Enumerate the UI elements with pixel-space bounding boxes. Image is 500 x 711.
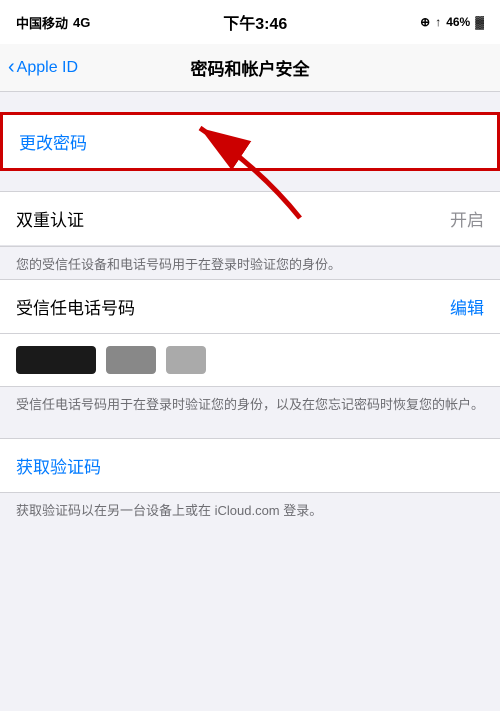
status-bar: 中国移动 4G 下午3:46 ⊕ ↑ 46% ▓ <box>0 0 500 44</box>
two-factor-status: 开启 <box>450 206 484 231</box>
page-title: 密码和帐户安全 <box>191 55 310 80</box>
status-time: 下午3:46 <box>223 10 287 34</box>
two-factor-header: 双重认证 开启 <box>0 191 500 247</box>
back-label[interactable]: Apple ID <box>17 59 78 77</box>
battery-level: 46% <box>446 15 470 29</box>
phone-blur-2 <box>106 346 156 374</box>
two-factor-title-row: 双重认证 开启 <box>0 192 500 246</box>
status-right: ⊕ ↑ 46% ▓ <box>420 15 484 29</box>
two-factor-title: 双重认证 <box>16 206 84 231</box>
carrier-label: 中国移动 <box>16 13 68 32</box>
status-left: 中国移动 4G <box>16 13 90 32</box>
change-password-label[interactable]: 更改密码 <box>19 129 87 154</box>
network-type: 4G <box>73 15 90 30</box>
phone-numbers-display <box>0 334 500 387</box>
verify-section: 获取验证码 获取验证码以在另一台设备上或在 iCloud.com 登录。 <box>0 438 500 525</box>
chevron-left-icon: ‹ <box>8 57 15 77</box>
trusted-phone-label: 受信任电话号码 <box>16 294 135 319</box>
verify-title[interactable]: 获取验证码 <box>16 458 101 477</box>
trusted-phone-row: 受信任电话号码 编辑 <box>0 279 500 334</box>
phone-description: 受信任电话号码用于在登录时验证您的身份，以及在您忘记密码时恢复您的帐户。 <box>0 387 500 419</box>
navigation-bar: ‹ Apple ID 密码和帐户安全 <box>0 44 500 92</box>
two-factor-description: 您的受信任设备和电话号码用于在登录时验证您的身份。 <box>0 247 500 279</box>
change-password-row[interactable]: 更改密码 <box>0 112 500 171</box>
battery-icon: ▓ <box>475 15 484 29</box>
verify-description: 获取验证码以在另一台设备上或在 iCloud.com 登录。 <box>0 493 500 525</box>
verify-card[interactable]: 获取验证码 <box>0 438 500 493</box>
two-factor-section: 双重认证 开启 您的受信任设备和电话号码用于在登录时验证您的身份。 受信任电话号… <box>0 191 500 418</box>
edit-button[interactable]: 编辑 <box>450 294 484 319</box>
phone-blur-1 <box>16 346 96 374</box>
location-icon: ⊕ <box>420 15 430 29</box>
back-button[interactable]: ‹ Apple ID <box>8 58 78 77</box>
phone-blur-3 <box>166 346 206 374</box>
signal-icon: ↑ <box>435 15 441 29</box>
